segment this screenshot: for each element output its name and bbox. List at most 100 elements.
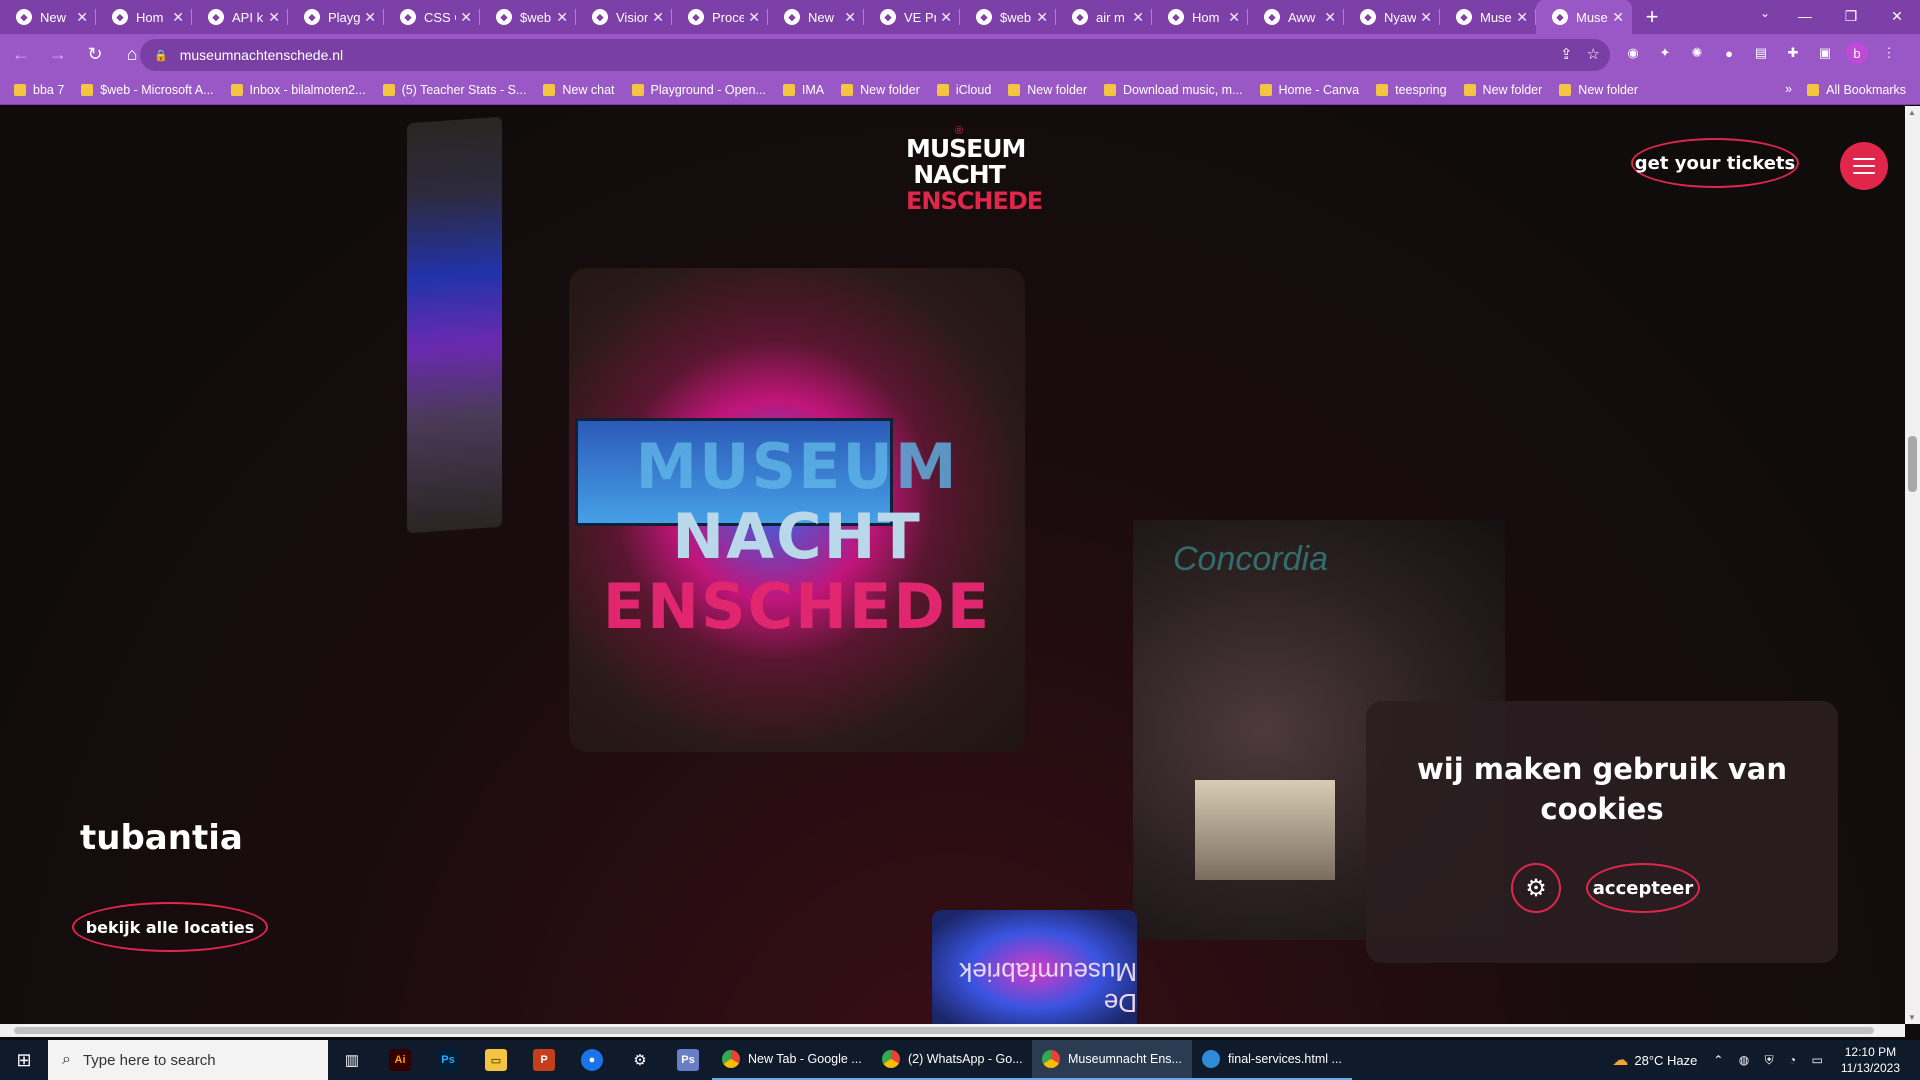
address-bar[interactable]: 🔒 museumnachtenschede.nl ⇪ ☆ [140, 39, 1610, 71]
close-tab-icon[interactable]: ✕ [1420, 9, 1432, 26]
photoshop-icon[interactable]: Ps [424, 1040, 472, 1080]
close-tab-icon[interactable]: ✕ [1132, 9, 1144, 26]
close-tab-icon[interactable]: ✕ [1228, 9, 1240, 26]
browser-tab[interactable]: ◆ Hom ✕ [1152, 0, 1248, 34]
bookmark-item[interactable]: teespring [1376, 83, 1447, 97]
photo-museumfabriek[interactable]: De Museumfabriek [932, 910, 1137, 1024]
close-tab-icon[interactable]: ✕ [460, 9, 472, 26]
browser-tab[interactable]: ◆ VE Pr ✕ [864, 0, 960, 34]
chrome-taskbar-icon[interactable]: ● [568, 1040, 616, 1080]
vertical-scroll-thumb[interactable] [1908, 436, 1917, 492]
profile-avatar[interactable]: b [1846, 42, 1868, 64]
bookmark-item[interactable]: Inbox - bilalmoten2... [230, 83, 366, 97]
bookmark-item[interactable]: Playground - Open... [631, 83, 766, 97]
photoshop-alt-icon[interactable]: Ps [664, 1040, 712, 1080]
settings-gear-icon[interactable]: ⚙ [616, 1040, 664, 1080]
close-tab-icon[interactable]: ✕ [652, 9, 664, 26]
bookmark-item[interactable]: IMA [782, 83, 824, 97]
bookmark-item[interactable]: $web - Microsoft A... [81, 83, 214, 97]
close-tab-icon[interactable]: ✕ [172, 9, 184, 26]
browser-tab[interactable]: ◆ Nyaw ✕ [1344, 0, 1440, 34]
bookmark-item[interactable]: bba 7 [14, 83, 64, 97]
close-tab-icon[interactable]: ✕ [556, 9, 568, 26]
side-panel-icon[interactable]: ▣ [1814, 42, 1836, 64]
cookie-accept-button[interactable]: accepteer [1586, 863, 1700, 913]
all-bookmarks-button[interactable]: All Bookmarks [1807, 83, 1906, 97]
task-view-icon[interactable]: ▥ [328, 1040, 376, 1080]
cookie-settings-gear-icon[interactable]: ⚙ [1511, 863, 1561, 913]
new-tab-button[interactable]: + [1632, 0, 1672, 34]
close-tab-icon[interactable]: ✕ [364, 9, 376, 26]
file-explorer-icon[interactable]: ▭ [472, 1040, 520, 1080]
more-menu-icon[interactable]: ⋮ [1878, 42, 1900, 64]
restore-icon[interactable]: ❐ [1828, 0, 1874, 32]
close-window-icon[interactable]: ✕ [1874, 0, 1920, 32]
taskbar-app[interactable]: New Tab - Google ... [712, 1040, 872, 1080]
close-tab-icon[interactable]: ✕ [268, 9, 280, 26]
windows-start-icon[interactable]: ⊞ [0, 1040, 48, 1080]
browser-tab[interactable]: ◆ Muse ✕ [1536, 0, 1632, 34]
horizontal-scrollbar[interactable] [0, 1024, 1905, 1037]
close-tab-icon[interactable]: ✕ [1324, 9, 1336, 26]
close-tab-icon[interactable]: ✕ [844, 9, 856, 26]
reload-icon[interactable]: ↻ [79, 39, 111, 71]
view-all-locations-button[interactable]: bekijk alle locaties [72, 902, 268, 952]
gear-extension-icon[interactable]: ✺ [1686, 42, 1708, 64]
browser-tab[interactable]: ◆ Vision ✕ [576, 0, 672, 34]
bookmark-star-icon[interactable]: ☆ [1587, 45, 1600, 63]
vertical-scrollbar[interactable]: ▲ ▼ [1905, 106, 1920, 1024]
bookmark-item[interactable]: Home - Canva [1259, 83, 1359, 97]
color-extension-icon[interactable]: ● [1718, 42, 1740, 64]
bookmark-item[interactable]: iCloud [936, 83, 991, 97]
reader-extension-icon[interactable]: ▤ [1750, 42, 1772, 64]
taskbar-app[interactable]: (2) WhatsApp - Go... [872, 1040, 1032, 1080]
browser-tab[interactable]: ◆ API k ✕ [192, 0, 288, 34]
photo-museumnacht-projection[interactable]: MUSEUM NACHT ENSCHEDE [569, 268, 1025, 752]
scroll-down-icon[interactable]: ▼ [1908, 1013, 1916, 1022]
forward-icon[interactable]: → [42, 39, 74, 71]
bookmark-item[interactable]: (5) Teacher Stats - S... [382, 83, 526, 97]
bookmarks-overflow-icon[interactable]: » [1785, 82, 1792, 96]
browser-tab[interactable]: ◆ Hom ✕ [96, 0, 192, 34]
powerpoint-icon[interactable]: P [520, 1040, 568, 1080]
browser-tab[interactable]: ◆ air m ✕ [1056, 0, 1152, 34]
browser-tab[interactable]: ◆ Muse ✕ [1440, 0, 1536, 34]
back-icon[interactable]: ← [5, 39, 37, 71]
illustrator-icon[interactable]: Ai [376, 1040, 424, 1080]
bookmark-item[interactable]: New folder [841, 83, 920, 97]
share-icon[interactable]: ⇪ [1560, 45, 1573, 63]
bookmark-item[interactable]: New folder [1008, 83, 1087, 97]
taskbar-app[interactable]: final-services.html ... [1192, 1040, 1352, 1080]
close-tab-icon[interactable]: ✕ [940, 9, 952, 26]
tab-search-icon[interactable]: ⌄ [1760, 6, 1770, 20]
browser-tab[interactable]: ◆ New ✕ [768, 0, 864, 34]
browser-tab[interactable]: ◆ New ✕ [0, 0, 96, 34]
taskbar-app[interactable]: Museumnacht Ens... [1032, 1040, 1192, 1080]
bookmark-item[interactable]: Download music, m... [1104, 83, 1243, 97]
site-logo[interactable]: ® MUSEUM NACHT ENSCHEDE [906, 126, 1043, 215]
taskbar-clock[interactable]: 12:10 PM 11/13/2023 [1841, 1044, 1900, 1076]
scroll-up-icon[interactable]: ▲ [1908, 108, 1916, 117]
browser-tab[interactable]: ◆ $web ✕ [960, 0, 1056, 34]
close-tab-icon[interactable]: ✕ [1036, 9, 1048, 26]
horizontal-scroll-thumb[interactable] [14, 1027, 1874, 1034]
tray-icons[interactable]: ⌃ ◍ ⛨ ◔ ▭ [1713, 1053, 1828, 1068]
bookmark-item[interactable]: New folder [1463, 83, 1542, 97]
browser-tab[interactable]: ◆ Playg ✕ [288, 0, 384, 34]
photo-rijksmuseum-twenthe[interactable] [407, 116, 502, 534]
bookmark-item[interactable]: New folder [1559, 83, 1638, 97]
lock-icon[interactable]: 🔒 [154, 49, 168, 62]
minimize-icon[interactable]: — [1782, 0, 1828, 32]
close-tab-icon[interactable]: ✕ [748, 9, 760, 26]
taskbar-search-box[interactable]: ⌕ Type here to search [48, 1040, 328, 1080]
puzzle-icon[interactable]: ✚ [1782, 42, 1804, 64]
browser-tab[interactable]: ◆ CSS C✕ [384, 0, 480, 34]
browser-tab[interactable]: ◆ Aww ✕ [1248, 0, 1344, 34]
browser-tab[interactable]: ◆ $web ✕ [480, 0, 576, 34]
get-tickets-button[interactable]: get your tickets [1631, 138, 1799, 188]
weather-widget[interactable]: ☁ 28°C Haze [1612, 1050, 1697, 1070]
close-tab-icon[interactable]: ✕ [76, 9, 88, 26]
browser-tab[interactable]: ◆ Proce ✕ [672, 0, 768, 34]
bookmark-item[interactable]: New chat [543, 83, 615, 97]
camera-extension-icon[interactable]: ◉ [1622, 42, 1644, 64]
